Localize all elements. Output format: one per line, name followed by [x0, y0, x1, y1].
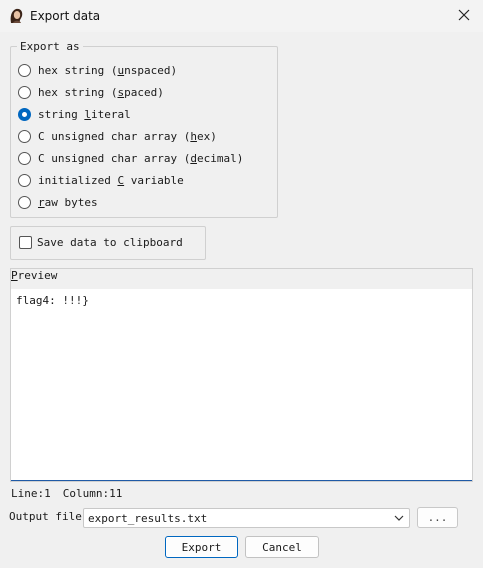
- export-option-5[interactable]: initialized C variable: [18, 172, 184, 188]
- title-bar: Export data: [0, 0, 483, 32]
- radio-button[interactable]: [18, 107, 31, 121]
- output-file-label: Output file: [9, 510, 82, 523]
- export-option-label: raw bytes: [38, 195, 98, 209]
- export-option-label: hex string (spaced): [38, 85, 164, 99]
- radio-button[interactable]: [18, 151, 31, 165]
- close-icon: [458, 9, 470, 24]
- close-button[interactable]: [445, 0, 483, 32]
- checkbox-box[interactable]: [19, 236, 32, 249]
- radio-button[interactable]: [18, 173, 31, 187]
- export-option-1[interactable]: hex string (spaced): [18, 84, 164, 100]
- output-file-select[interactable]: export_results.txt: [83, 508, 410, 528]
- preview-label: Preview: [11, 269, 58, 282]
- cursor-status: Line:1 Column:11: [11, 487, 134, 500]
- export-option-6[interactable]: raw bytes: [18, 194, 98, 210]
- column-indicator: Column:11: [62, 487, 123, 500]
- export-button[interactable]: Export: [165, 536, 238, 558]
- chevron-down-icon[interactable]: [393, 512, 405, 527]
- save-to-clipboard-checkbox[interactable]: Save data to clipboard: [19, 236, 183, 249]
- export-option-0[interactable]: hex string (unspaced): [18, 62, 177, 78]
- radio-button[interactable]: [18, 195, 31, 209]
- preview-text-area[interactable]: flag4: !!!}: [11, 289, 472, 481]
- radio-button[interactable]: [18, 129, 31, 143]
- browse-button[interactable]: ...: [417, 507, 458, 528]
- output-file-value: export_results.txt: [88, 511, 208, 525]
- export-option-label: C unsigned char array (hex): [38, 129, 217, 143]
- export-option-label: string literal: [38, 107, 131, 121]
- export-option-label: C unsigned char array (decimal): [38, 151, 244, 165]
- export-option-2[interactable]: string literal: [18, 106, 131, 122]
- radio-button[interactable]: [18, 63, 31, 77]
- window-title: Export data: [30, 9, 101, 23]
- export-option-label: initialized C variable: [38, 173, 184, 187]
- clipboard-group: Save data to clipboard: [10, 226, 206, 260]
- line-indicator: Line:1: [11, 487, 51, 500]
- radio-button[interactable]: [18, 85, 31, 99]
- export-format-options: hex string (unspaced) hex string (spaced)…: [10, 52, 278, 216]
- avatar-icon: [8, 7, 26, 25]
- cancel-button[interactable]: Cancel: [245, 536, 319, 558]
- save-to-clipboard-label: Save data to clipboard: [37, 236, 183, 249]
- export-option-3[interactable]: C unsigned char array (hex): [18, 128, 217, 144]
- export-option-label: hex string (unspaced): [38, 63, 178, 77]
- export-option-4[interactable]: C unsigned char array (decimal): [18, 150, 243, 166]
